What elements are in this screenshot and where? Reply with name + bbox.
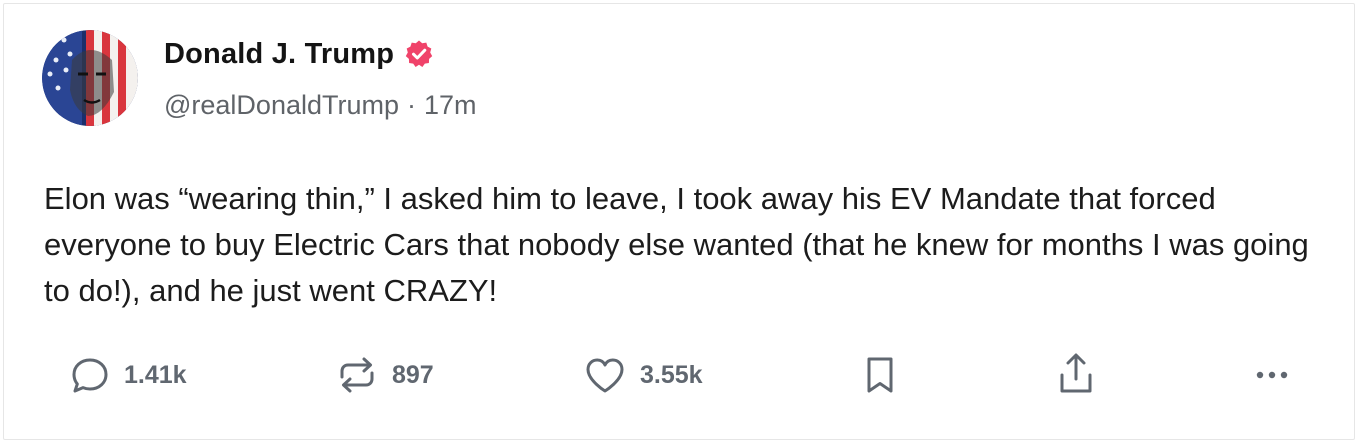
repost-button[interactable]: 897: [334, 349, 434, 401]
handle[interactable]: @realDonaldTrump: [164, 90, 399, 121]
author-name-row: Donald J. Trump: [164, 34, 434, 74]
repost-arrows-icon: [334, 353, 380, 397]
post-body-text: Elon was “wearing thin,” I asked him to …: [44, 181, 1309, 308]
post-card: Donald J. Trump @realDonaldTrump · 17m E…: [3, 3, 1355, 440]
bookmark-button[interactable]: [860, 349, 900, 401]
share-upload-icon: [1054, 351, 1098, 399]
timestamp[interactable]: 17m: [424, 90, 477, 121]
avatar[interactable]: [42, 30, 138, 126]
action-bar: 1.41k 897 3.55k: [4, 349, 1354, 401]
bookmark-icon: [860, 353, 900, 397]
reply-button[interactable]: 1.41k: [68, 349, 187, 401]
separator-dot: ·: [407, 90, 416, 120]
like-button[interactable]: 3.55k: [582, 349, 703, 401]
display-name[interactable]: Donald J. Trump: [164, 38, 394, 71]
like-count: 3.55k: [640, 360, 703, 389]
heart-icon: [582, 353, 628, 397]
reply-count: 1.41k: [124, 360, 187, 389]
avatar-image: [42, 30, 138, 126]
handle-row: @realDonaldTrump · 17m: [164, 90, 477, 121]
more-dots-icon: [1250, 353, 1294, 397]
repost-count: 897: [392, 360, 434, 389]
verified-badge-icon: [404, 39, 434, 69]
speech-bubble-icon: [68, 353, 112, 397]
share-button[interactable]: [1054, 349, 1098, 401]
more-options-button[interactable]: [1250, 349, 1294, 401]
